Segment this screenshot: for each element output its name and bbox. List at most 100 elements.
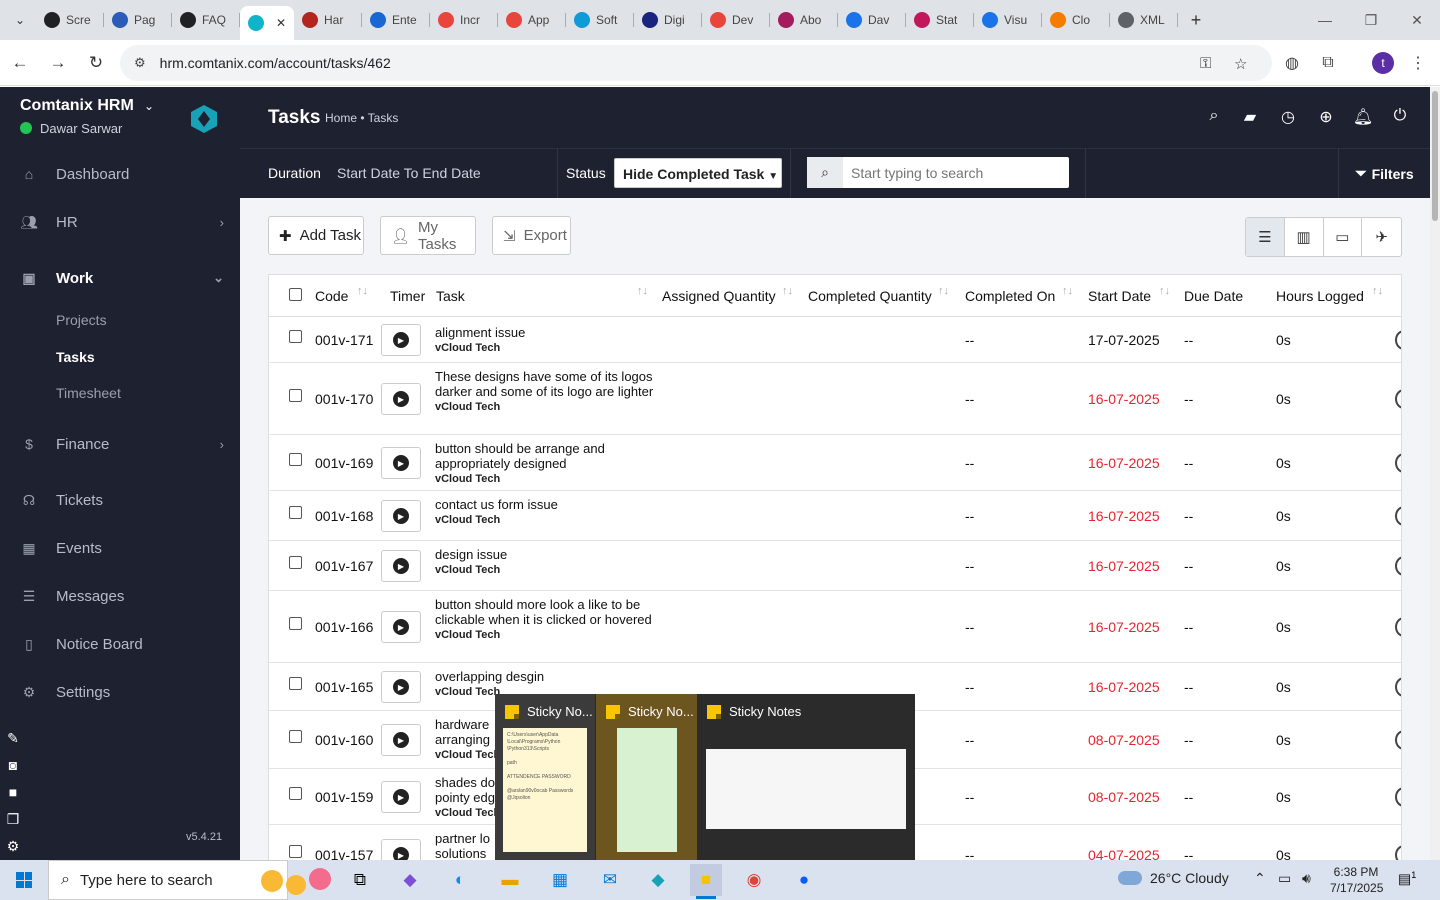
- row-checkbox[interactable]: [289, 556, 302, 569]
- sort-icon[interactable]: ↑↓: [1062, 285, 1073, 297]
- url-text[interactable]: hrm.comtanix.com/account/tasks/462: [160, 55, 391, 71]
- notification-icon[interactable]: ▤1: [1398, 870, 1416, 888]
- project-name[interactable]: vCloud Tech: [435, 563, 655, 578]
- column-header[interactable]: Assigned Quantity: [662, 288, 776, 304]
- start-button[interactable]: [0, 860, 48, 900]
- start-timer-button[interactable]: ▶: [381, 550, 421, 582]
- search-input[interactable]: [843, 164, 1063, 181]
- add-circle-icon[interactable]: ⊕: [1315, 107, 1337, 127]
- password-key-icon[interactable]: ⚿: [1200, 55, 1211, 72]
- column-header[interactable]: Due Date: [1184, 288, 1243, 304]
- project-name[interactable]: vCloud Tech: [435, 472, 655, 487]
- task-title[interactable]: contact us form issue: [435, 497, 655, 512]
- column-header[interactable]: Hours Logged: [1276, 288, 1364, 304]
- assignee-avatar[interactable]: [1395, 506, 1401, 526]
- browser-tab[interactable]: Stat: [906, 4, 974, 36]
- row-checkbox[interactable]: [289, 389, 302, 402]
- task-title[interactable]: design issue: [435, 547, 655, 562]
- sidebar-item-finance[interactable]: $ Finance ›: [0, 424, 240, 464]
- table-row[interactable]: 001v-167 ▶ design issue vCloud Tech -- 16-07-…: [269, 541, 1401, 591]
- preview-window-2[interactable]: Sticky No...: [596, 694, 697, 860]
- sidebar-item-messages[interactable]: ☰ Messages: [0, 576, 240, 616]
- sidebar-subitem-timesheet[interactable]: Timesheet: [56, 385, 121, 401]
- store-icon[interactable]: ▦: [544, 864, 576, 896]
- search-icon[interactable]: ⌕: [1203, 107, 1225, 125]
- new-tab-button[interactable]: +: [1182, 6, 1210, 34]
- sticky-note-icon[interactable]: ▰: [1239, 107, 1261, 127]
- task-cell[interactable]: alignment issue vCloud Tech: [435, 325, 655, 356]
- table-row[interactable]: 001v-168 ▶ contact us form issue vCloud Tec…: [269, 491, 1401, 541]
- chevron-down-icon[interactable]: ⌄: [144, 99, 154, 113]
- clock-icon[interactable]: ◷: [1277, 107, 1299, 127]
- sidebar-subitem-projects[interactable]: Projects: [56, 312, 107, 328]
- bookmark-star-icon[interactable]: ☆: [1234, 55, 1247, 73]
- sidebar-item-work[interactable]: ▣ Work ⌄: [0, 258, 240, 298]
- assignee-avatar[interactable]: [1395, 617, 1401, 637]
- sidebar-item-settings[interactable]: ⚙ Settings: [0, 672, 240, 712]
- task-code[interactable]: 001v-168: [315, 508, 373, 524]
- browser-tab[interactable]: Incr: [430, 4, 498, 36]
- task-cell[interactable]: design issue vCloud Tech: [435, 547, 655, 578]
- browser-tab[interactable]: Scre: [36, 4, 104, 36]
- extensions-icon[interactable]: ⧉: [1314, 50, 1342, 76]
- browser-tab[interactable]: Dav: [838, 4, 906, 36]
- sort-icon[interactable]: ↑↓: [938, 285, 949, 297]
- gear-icon[interactable]: ⚙: [7, 833, 20, 860]
- start-timer-button[interactable]: ▶: [381, 611, 421, 643]
- assignee-avatar[interactable]: [1395, 730, 1401, 750]
- app-icon[interactable]: ◆: [642, 864, 674, 896]
- task-code[interactable]: 001v-169: [315, 455, 373, 471]
- sort-icon[interactable]: ↑↓: [1372, 285, 1383, 297]
- close-tab-icon[interactable]: ✕: [276, 16, 286, 30]
- task-code[interactable]: 001v-170: [315, 391, 373, 407]
- preview-window-1[interactable]: Sticky No... C:\Users\user\AppData \Local…: [495, 694, 595, 860]
- row-checkbox[interactable]: [289, 787, 302, 800]
- table-row[interactable]: 001v-171 ▶ alignment issue vCloud Tech -- 17-…: [269, 317, 1401, 363]
- start-timer-button[interactable]: ▶: [381, 781, 421, 813]
- browser-tab[interactable]: Visu: [974, 4, 1042, 36]
- start-timer-button[interactable]: ▶: [381, 324, 421, 356]
- calendar-view-icon[interactable]: ▭: [1324, 218, 1363, 256]
- browser-tab[interactable]: ✕: [240, 6, 294, 40]
- assignee-avatar[interactable]: [1395, 453, 1401, 473]
- weather-widget[interactable]: 26°C Cloudy: [1118, 870, 1229, 886]
- table-row[interactable]: 001v-166 ▶ button should more look a like …: [269, 591, 1401, 663]
- task-cell[interactable]: contact us form issue vCloud Tech: [435, 497, 655, 528]
- task-cell[interactable]: These designs have some of its logos dar…: [435, 369, 655, 415]
- start-timer-button[interactable]: ▶: [381, 671, 421, 703]
- row-checkbox[interactable]: [289, 730, 302, 743]
- page-scrollbar[interactable]: [1430, 87, 1440, 860]
- breadcrumb[interactable]: Home • Tasks: [325, 111, 398, 125]
- sidebar-item-events[interactable]: ▦ Events: [0, 528, 240, 568]
- preview-window-3[interactable]: Sticky Notes: [697, 694, 915, 860]
- row-checkbox[interactable]: [289, 506, 302, 519]
- zoom-icon[interactable]: ●: [788, 864, 820, 896]
- row-checkbox[interactable]: [289, 330, 302, 343]
- export-button[interactable]: ⇲ Export: [492, 216, 571, 255]
- sticky-notes-icon[interactable]: ■: [690, 864, 722, 899]
- back-button[interactable]: ←: [2, 45, 38, 81]
- my-tasks-button[interactable]: 👤︎ My Tasks: [380, 216, 476, 255]
- task-title[interactable]: button should be arrange and appropriate…: [435, 441, 655, 471]
- task-title[interactable]: button should more look a like to be cli…: [435, 597, 655, 627]
- video-icon[interactable]: ■: [9, 779, 17, 806]
- project-name[interactable]: vCloud Tech: [435, 513, 655, 528]
- start-timer-button[interactable]: ▶: [381, 500, 421, 532]
- browser-tab[interactable]: App: [498, 4, 566, 36]
- close-window-button[interactable]: ✕: [1394, 0, 1440, 40]
- browser-tab[interactable]: Soft: [566, 4, 634, 36]
- profile-avatar[interactable]: t: [1372, 52, 1394, 74]
- reload-button[interactable]: ↻: [78, 45, 114, 81]
- volume-icon[interactable]: 🔊︎: [1302, 870, 1311, 887]
- sort-icon[interactable]: ↑↓: [1159, 285, 1170, 297]
- table-row[interactable]: 001v-170 ▶ These designs have some of its …: [269, 363, 1401, 435]
- task-title[interactable]: These designs have some of its logos dar…: [435, 369, 655, 399]
- project-name[interactable]: vCloud Tech: [435, 628, 655, 643]
- assignee-avatar[interactable]: [1395, 330, 1401, 350]
- row-checkbox[interactable]: [289, 677, 302, 690]
- row-checkbox[interactable]: [289, 617, 302, 630]
- browser-tab[interactable]: Abo: [770, 4, 838, 36]
- list-view-icon[interactable]: ☰: [1246, 218, 1285, 256]
- board-view-icon[interactable]: ▥: [1285, 218, 1324, 256]
- task-view-icon[interactable]: ⧉: [344, 864, 376, 896]
